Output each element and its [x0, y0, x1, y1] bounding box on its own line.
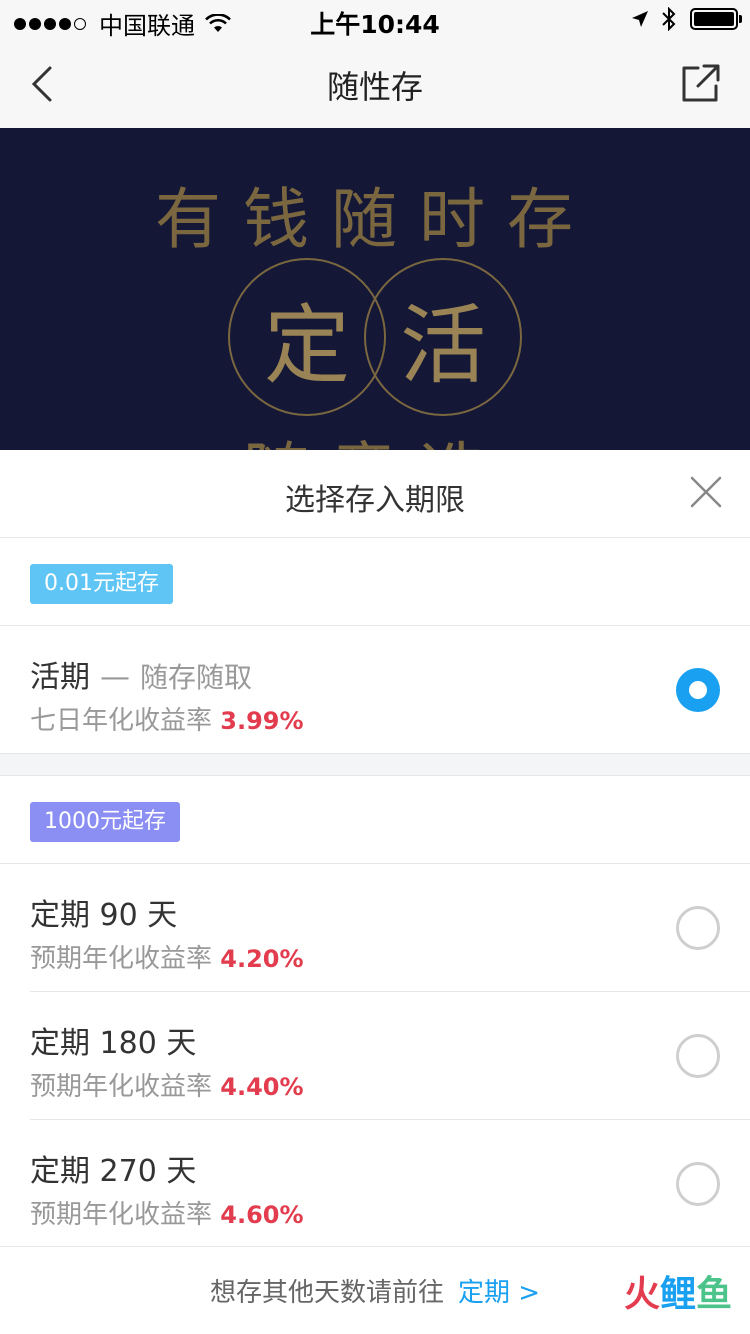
location-arrow-icon: [632, 11, 648, 27]
radio-unselected[interactable]: [676, 906, 720, 950]
status-right: [630, 7, 742, 31]
option-name: 定期 90 天: [30, 898, 178, 933]
radio-selected[interactable]: [676, 668, 720, 712]
option-rate-line: 预期年化收益率 4.60%: [30, 1194, 304, 1231]
banner-subtitle: 随意选: [0, 420, 750, 450]
option-rate-line: 预期年化收益率 4.20%: [30, 938, 304, 975]
min-deposit-tag: 1000元起存: [30, 802, 180, 842]
page-title: 随性存: [326, 68, 423, 106]
option-dash: —: [100, 660, 130, 695]
option-name: 定期 180 天: [30, 1026, 197, 1061]
group-header-current: 0.01元起存: [0, 538, 750, 626]
watermark-char: 火: [623, 1274, 660, 1315]
option-name: 活期: [30, 660, 90, 695]
fixed-deposit-link[interactable]: 定期 >: [458, 1278, 540, 1308]
watermark-char: 鲤: [659, 1274, 696, 1315]
status-bar: 中国联通 上午10:44: [0, 0, 750, 40]
rate-label: 七日年化收益率: [30, 706, 213, 736]
term-selection-sheet: 选择存入期限 0.01元起存 活期 — 随存随取 七日年化收益率 3.99% 100…: [0, 450, 750, 1334]
option-current-deposit[interactable]: 活期 — 随存随取 七日年化收益率 3.99%: [0, 626, 750, 754]
option-fixed-180[interactable]: 定期 180 天 预期年化收益率 4.40%: [0, 992, 750, 1120]
option-name: 定期 270 天: [30, 1154, 197, 1189]
min-deposit-tag: 0.01元起存: [30, 564, 173, 604]
banner-circle-fixed: 定: [228, 258, 386, 416]
radio-unselected[interactable]: [676, 1162, 720, 1206]
watermark-char: 鱼: [695, 1274, 732, 1315]
close-button[interactable]: [688, 474, 724, 510]
bluetooth-icon: [662, 7, 676, 31]
rate-value: 3.99%: [220, 707, 304, 735]
share-button[interactable]: [678, 62, 722, 106]
section-gap: [0, 754, 750, 776]
option-title: 活期 — 随存随取: [30, 652, 252, 696]
option-description: 随存随取: [140, 661, 253, 694]
rate-value: 4.60%: [220, 1201, 304, 1229]
footer-hint-text: 想存其他天数请前往: [209, 1278, 444, 1308]
close-icon: [690, 476, 722, 508]
divider: [0, 753, 750, 754]
rate-label: 预期年化收益率: [30, 1200, 213, 1230]
sheet-footer: 想存其他天数请前往 定期 > 火鲤鱼: [0, 1246, 750, 1334]
option-rate-line: 预期年化收益率 4.40%: [30, 1066, 304, 1103]
rate-label: 预期年化收益率: [30, 1072, 213, 1102]
banner-slogan: 有钱随时存: [155, 181, 595, 258]
sheet-title: 选择存入期限: [285, 483, 465, 518]
battery-icon: [690, 8, 742, 30]
sheet-header: 选择存入期限: [0, 450, 750, 538]
group-header-fixed: 1000元起存: [0, 776, 750, 864]
option-rate-line: 七日年化收益率 3.99%: [30, 700, 304, 737]
share-external-icon: [682, 64, 720, 102]
rate-label: 预期年化收益率: [30, 944, 213, 974]
option-fixed-270[interactable]: 定期 270 天 预期年化收益率 4.60%: [0, 1120, 750, 1248]
rate-value: 4.40%: [220, 1073, 304, 1101]
radio-unselected[interactable]: [676, 1034, 720, 1078]
watermark-logo: 火鲤鱼: [624, 1265, 732, 1317]
nav-bar: 随性存: [0, 40, 750, 128]
rate-value: 4.20%: [220, 945, 304, 973]
promo-banner: 有钱随时存 定 活 随意选: [0, 128, 750, 450]
option-fixed-90[interactable]: 定期 90 天 预期年化收益率 4.20%: [0, 864, 750, 992]
banner-circle-current: 活: [364, 258, 522, 416]
